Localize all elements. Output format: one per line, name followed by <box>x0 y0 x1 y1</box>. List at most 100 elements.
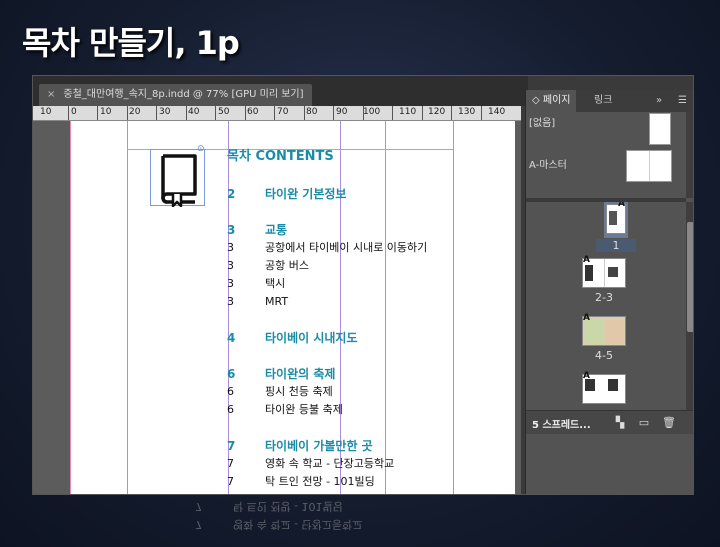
ruler-tick <box>274 106 275 120</box>
master-none-label[interactable]: [없음] <box>529 114 555 129</box>
close-tab-icon[interactable]: × <box>47 89 55 100</box>
toc-item: 7 영화 속 학교 - 단장고등학교 <box>227 455 487 473</box>
toc-page-number: 3 <box>227 259 234 272</box>
toc-item-text: 타이완 등불 축제 <box>265 403 343 416</box>
ruler-tick <box>451 106 452 120</box>
ruler-label: 30 <box>159 107 171 117</box>
toc-section: 6 타이완의 축제 <box>227 365 487 383</box>
panel-menu-icon[interactable]: ☰ <box>678 90 687 112</box>
reflection-row: 7 영화 속 학교 - 단장고등학교 <box>195 515 495 533</box>
ruler-label: 20 <box>129 107 141 117</box>
document-tab[interactable]: × 중철_대만여행_속지_8p.indd @ 77% [GPU 미리 보기] <box>39 84 312 106</box>
toc-page-number: 7 <box>227 439 236 453</box>
toc-item-text: 공항 버스 <box>265 259 309 272</box>
pages-panel-footer: 5 스프레드... ▚ ▭ 🗑 <box>526 410 693 434</box>
toc-section-title: 타이완 기본정보 <box>265 187 347 201</box>
page-thumbnails-area: A 1 A 2-3 A 4-5 A <box>526 202 686 412</box>
toc-item-text: 공항에서 타이베이 시내로 이동하기 <box>265 241 428 254</box>
master-none-thumb[interactable] <box>649 113 671 145</box>
margin-guide <box>70 121 71 494</box>
page-master-badge: A <box>583 255 590 265</box>
ruler-label: 40 <box>188 107 200 117</box>
toc-page-number: 3 <box>227 277 234 290</box>
toc-item-text: 핑시 천등 축제 <box>265 385 333 398</box>
toc-item: 3 택시 <box>227 275 487 293</box>
document-tab-title: 중철_대만여행_속지_8p.indd @ 77% [GPU 미리 보기] <box>63 89 304 100</box>
toc-section-title: 교통 <box>265 223 288 237</box>
reflection-text: 영화 속 학교 - 단장고등학교 <box>233 518 363 531</box>
toc-section-title: 타이베이 가볼만한 곳 <box>265 439 373 453</box>
toc-item: 7 탁 트인 전망 - 101빌딩 <box>227 473 487 491</box>
slide-reflection: 7 탁 트인 전망 - 101빌딩 7 영화 속 학교 - 단장고등학교 <box>195 497 495 547</box>
toc-page-number: 3 <box>227 295 234 308</box>
reflection-number: 7 <box>195 500 202 513</box>
toc-item: 6 타이완 등불 축제 <box>227 401 487 419</box>
pasteboard[interactable]: ⊙ 목차 CONTENTS 2 타이완 기본정보 3 교통 3 공항에서 타이베이 시… <box>33 121 521 494</box>
slide-title: 목차 만들기, 1p <box>22 24 240 62</box>
ruler-tick <box>333 106 334 120</box>
page-master-badge: A <box>618 202 625 209</box>
toc-item: 6 핑시 천등 축제 <box>227 383 487 401</box>
spread-count-label: 5 스프레드... <box>532 420 591 431</box>
document-tab-bar: × 중철_대만여행_속지_8p.indd @ 77% [GPU 미리 보기] <box>33 76 528 106</box>
toc-section: 3 교통 <box>227 221 487 239</box>
reflection-text: 탁 트인 전망 - 101빌딩 <box>233 500 343 513</box>
delete-page-icon[interactable]: 🗑 <box>662 417 676 429</box>
page-1-label: 1 <box>596 239 636 252</box>
panel-empty-area <box>526 434 693 494</box>
link-badge-icon[interactable]: ⊙ <box>197 144 205 154</box>
ruler-tick <box>363 106 364 120</box>
ruler-label: 0 <box>71 107 77 117</box>
toc-item: 3 공항에서 타이베이 시내로 이동하기 <box>227 239 487 257</box>
ruler-label: 10 <box>100 107 112 117</box>
ruler-tick <box>304 106 305 120</box>
horizontal-ruler[interactable]: 10 0 10 20 30 40 50 60 70 80 90 100 110 … <box>33 106 521 121</box>
tab-links[interactable]: 링크 <box>594 90 612 112</box>
document-page[interactable]: ⊙ 목차 CONTENTS 2 타이완 기본정보 3 교통 3 공항에서 타이베이 시… <box>70 121 515 494</box>
toc-item: 3 공항 버스 <box>227 257 487 275</box>
ruler-tick <box>481 106 482 120</box>
page-master-badge: A <box>583 371 590 381</box>
toc-item-text: MRT <box>265 295 289 308</box>
ruler-label: 110 <box>399 107 417 117</box>
toc-item: 3 MRT <box>227 293 487 311</box>
ruler-tick <box>392 106 393 120</box>
pages-panel: ◇ 페이지 링크 » ☰ [없음] A-마스터 A 1 A 2-3 A 4-5 … <box>525 90 693 494</box>
toc-page-number: 6 <box>227 367 236 381</box>
master-a-thumb[interactable] <box>626 150 672 182</box>
pages-scrollbar-thumb[interactable] <box>687 222 693 332</box>
ruler-tick <box>245 106 246 120</box>
book-icon-frame[interactable] <box>150 149 205 208</box>
ruler-tick <box>127 106 128 120</box>
toc-page-number: 7 <box>227 457 234 470</box>
ruler-label: 70 <box>277 107 289 117</box>
page-size-icon[interactable]: ▚ <box>614 417 626 429</box>
master-a-label[interactable]: A-마스터 <box>529 156 567 171</box>
toc-page-number: 3 <box>227 241 234 254</box>
toc-section-title: 타이완의 축제 <box>265 367 336 381</box>
toc-page-number: 3 <box>227 223 236 237</box>
toc-page-number: 4 <box>227 331 236 345</box>
toc-page-number: 6 <box>227 385 234 398</box>
toc-text-frame[interactable]: 목차 CONTENTS 2 타이완 기본정보 3 교통 3 공항에서 타이베이 시내로… <box>227 147 487 491</box>
toc-page-number: 6 <box>227 403 234 416</box>
pages-scrollbar[interactable] <box>686 202 693 410</box>
panel-tab-bar: ◇ 페이지 링크 » ☰ <box>526 90 693 112</box>
ruler-label: 100 <box>363 107 381 117</box>
toc-section: 2 타이완 기본정보 <box>227 185 487 203</box>
indesign-window: × 중철_대만여행_속지_8p.indd @ 77% [GPU 미리 보기] 10… <box>32 75 694 495</box>
ruler-tick <box>422 106 423 120</box>
toc-page-number: 2 <box>227 187 236 201</box>
toc-item-text: 택시 <box>265 277 286 290</box>
toc-section: 7 타이베이 가볼만한 곳 <box>227 437 487 455</box>
new-page-icon[interactable]: ▭ <box>638 417 650 429</box>
ruler-label: 130 <box>458 107 476 117</box>
reflection-row: 7 탁 트인 전망 - 101빌딩 <box>195 497 495 515</box>
ruler-label: 10 <box>40 107 52 117</box>
master-scrollbar[interactable] <box>686 112 693 198</box>
ruler-tick <box>68 106 69 120</box>
tab-pages[interactable]: ◇ 페이지 <box>526 90 577 112</box>
panel-expand-icon[interactable]: » <box>656 90 662 112</box>
ruler-label: 80 <box>306 107 318 117</box>
book-icon <box>161 154 197 208</box>
